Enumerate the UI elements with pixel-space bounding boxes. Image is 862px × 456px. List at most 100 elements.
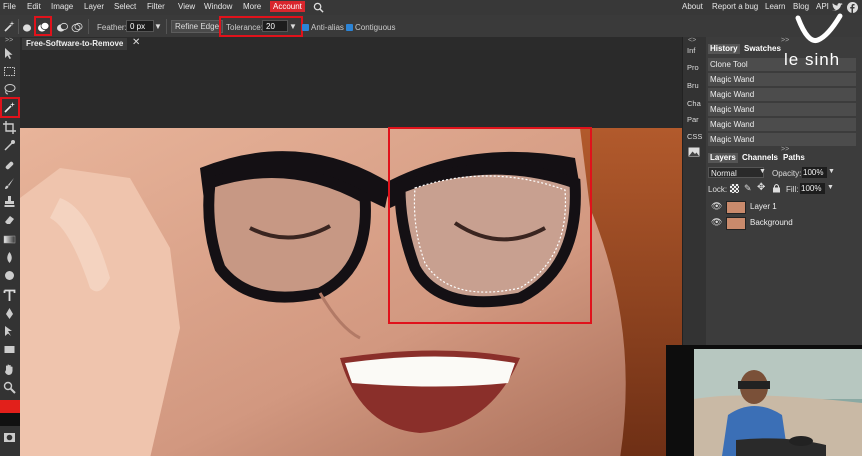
history-item[interactable]: Magic Wand bbox=[708, 103, 856, 117]
tab-channels[interactable]: Channels bbox=[740, 153, 780, 163]
opacity-dropdown-icon[interactable]: ▼ bbox=[828, 168, 835, 175]
clone-stamp-tool-icon[interactable] bbox=[3, 195, 16, 208]
marquee-tool-icon[interactable] bbox=[3, 65, 16, 78]
separator bbox=[88, 19, 89, 34]
right-panels: >> History Swatches Clone Tool Magic Wan… bbox=[706, 37, 862, 347]
link-report-bug[interactable]: Report a bug bbox=[712, 2, 758, 11]
antialias-label: Anti-alias bbox=[311, 23, 344, 32]
shape-tool-icon[interactable] bbox=[3, 343, 16, 356]
feather-dropdown-icon[interactable]: ▼ bbox=[154, 22, 162, 31]
move-tool-icon[interactable] bbox=[3, 47, 16, 60]
watermark-logo: le sinh bbox=[780, 10, 862, 72]
layer-name: Layer 1 bbox=[750, 202, 777, 211]
history-item[interactable]: Magic Wand bbox=[708, 73, 856, 87]
lock-label: Lock: bbox=[708, 185, 728, 194]
new-selection-icon[interactable] bbox=[22, 23, 32, 33]
gradient-tool-icon[interactable] bbox=[3, 233, 16, 246]
opacity-input[interactable]: 100% bbox=[802, 167, 827, 178]
antialias-checkbox[interactable] bbox=[302, 24, 309, 31]
menu-file[interactable]: File bbox=[3, 2, 16, 11]
tool-bar: >> bbox=[0, 37, 21, 456]
eye-icon[interactable]: 👁 bbox=[711, 199, 722, 214]
opacity-label: Opacity: bbox=[772, 169, 802, 178]
layer-name: Background bbox=[750, 218, 793, 227]
history-item[interactable]: Magic Wand bbox=[708, 118, 856, 132]
close-icon[interactable]: ✕ bbox=[132, 37, 140, 48]
layer-row-background[interactable]: 👁 Background bbox=[708, 215, 858, 230]
tab-swatches[interactable]: Swatches bbox=[742, 44, 783, 54]
background-color-swatch[interactable] bbox=[0, 413, 20, 426]
link-about[interactable]: About bbox=[682, 2, 703, 11]
toolbar-collapse-icon[interactable]: >> bbox=[5, 37, 13, 44]
menu-layer[interactable]: Layer bbox=[84, 2, 104, 11]
feather-label: Feather: bbox=[97, 23, 127, 32]
mini-panel-brush[interactable]: Bru bbox=[687, 81, 699, 90]
intersect-selection-icon[interactable] bbox=[71, 22, 83, 33]
add-to-selection-icon[interactable] bbox=[37, 21, 50, 33]
blend-mode-select[interactable]: Normal bbox=[708, 167, 764, 178]
menu-select[interactable]: Select bbox=[114, 2, 136, 11]
lock-transparency-icon[interactable] bbox=[730, 184, 739, 193]
tab-layers[interactable]: Layers bbox=[708, 153, 738, 163]
contiguous-label: Contiguous bbox=[355, 23, 396, 32]
canvas-area[interactable] bbox=[20, 50, 682, 456]
menu-more[interactable]: More bbox=[243, 2, 261, 11]
quick-mask-icon[interactable] bbox=[3, 431, 16, 444]
menu-edit[interactable]: Edit bbox=[27, 2, 41, 11]
eyedropper-tool-icon[interactable] bbox=[3, 139, 16, 152]
image-icon[interactable] bbox=[688, 147, 700, 157]
fill-dropdown-icon[interactable]: ▼ bbox=[827, 184, 834, 191]
tolerance-input[interactable]: 20 bbox=[262, 20, 288, 32]
separator bbox=[18, 19, 19, 34]
eye-icon[interactable]: 👁 bbox=[711, 215, 722, 230]
layer-row-layer1[interactable]: 👁 Layer 1 bbox=[708, 199, 858, 214]
menu-filter[interactable]: Filter bbox=[147, 2, 165, 11]
menu-window[interactable]: Window bbox=[204, 2, 232, 11]
menu-account[interactable]: Account bbox=[270, 1, 305, 12]
type-tool-icon[interactable] bbox=[3, 289, 16, 302]
menu-view[interactable]: View bbox=[178, 2, 195, 11]
tolerance-dropdown-icon[interactable]: ▼ bbox=[289, 22, 297, 31]
blur-tool-icon[interactable] bbox=[3, 251, 16, 264]
search-icon[interactable] bbox=[313, 2, 324, 13]
history-item[interactable]: Magic Wand bbox=[708, 133, 856, 147]
webcam-image bbox=[666, 345, 862, 456]
mini-panel-paragraph[interactable]: Par bbox=[687, 115, 699, 124]
tab-history[interactable]: History bbox=[708, 44, 740, 54]
lock-position-icon[interactable]: ✥ bbox=[757, 182, 765, 193]
layer-thumbnail bbox=[726, 217, 746, 230]
magic-wand-tool-icon[interactable] bbox=[3, 101, 16, 114]
contiguous-checkbox[interactable] bbox=[346, 24, 353, 31]
tab-paths[interactable]: Paths bbox=[781, 153, 807, 163]
hand-tool-icon[interactable] bbox=[3, 363, 16, 376]
menu-image[interactable]: Image bbox=[51, 2, 73, 11]
fill-label: Fill: bbox=[786, 185, 799, 194]
dodge-tool-icon[interactable] bbox=[3, 269, 16, 282]
brush-tool-icon[interactable] bbox=[3, 177, 16, 190]
spot-heal-tool-icon[interactable] bbox=[3, 159, 16, 172]
history-item[interactable]: Magic Wand bbox=[708, 88, 856, 102]
foreground-color-swatch[interactable] bbox=[0, 400, 20, 413]
feather-input[interactable]: 0 px bbox=[126, 20, 154, 32]
path-select-tool-icon[interactable] bbox=[3, 325, 16, 338]
fill-input[interactable]: 100% bbox=[800, 183, 825, 194]
lasso-tool-icon[interactable] bbox=[3, 83, 16, 96]
mini-panel-properties[interactable]: Pro bbox=[687, 63, 699, 72]
eraser-tool-icon[interactable] bbox=[3, 213, 16, 226]
zoom-tool-icon[interactable] bbox=[3, 381, 16, 394]
chevron-down-icon[interactable]: ▼ bbox=[759, 168, 766, 175]
pen-tool-icon[interactable] bbox=[3, 307, 16, 320]
lock-paint-icon[interactable]: ✎ bbox=[744, 183, 752, 194]
document-tab[interactable]: Free-Software-to-Remove bbox=[22, 38, 128, 50]
crop-tool-icon[interactable] bbox=[3, 121, 16, 134]
document-tab-bar: Free-Software-to-Remove ✕ bbox=[20, 37, 682, 50]
mini-panel-css[interactable]: CSS bbox=[687, 132, 702, 141]
logo-text: le sinh bbox=[784, 50, 841, 69]
refine-edge-button[interactable]: Refine Edge bbox=[171, 20, 224, 33]
lock-all-icon[interactable] bbox=[772, 183, 781, 193]
panel-collapse-icon[interactable]: >> bbox=[781, 146, 789, 153]
mini-panel-info[interactable]: Inf bbox=[687, 46, 695, 55]
mini-panel-character[interactable]: Cha bbox=[687, 99, 701, 108]
expand-icon[interactable]: <> bbox=[688, 37, 696, 44]
subtract-selection-icon[interactable] bbox=[56, 22, 68, 33]
